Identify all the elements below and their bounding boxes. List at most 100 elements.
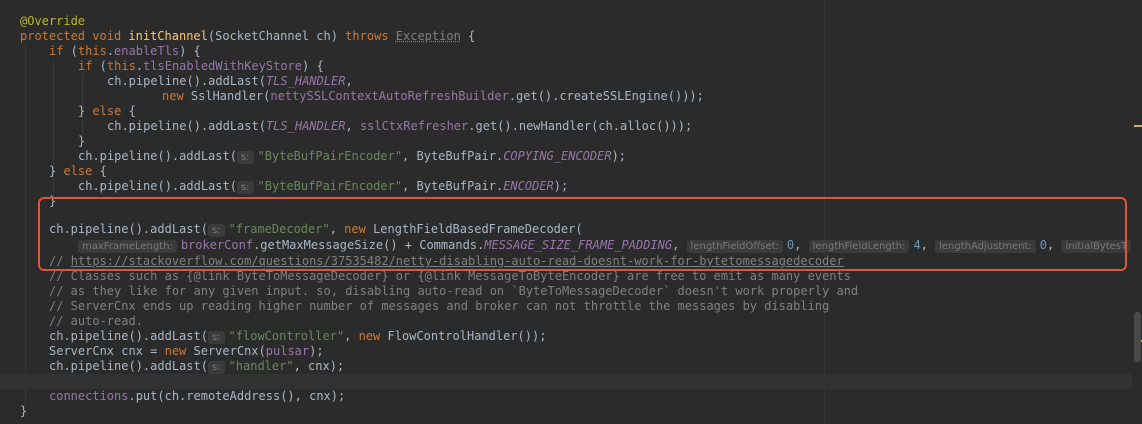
code-line[interactable]: // auto-read. [49, 314, 1142, 329]
method-name: initChannel [128, 29, 208, 43]
exception-type: Exception [395, 29, 461, 43]
code-line[interactable]: connections.put(ch.remoteAddress(), cnx)… [49, 389, 1142, 404]
code-text: ch.pipeline().addLast( [78, 179, 237, 193]
code-text: ServerCnx( [186, 344, 266, 358]
scroll-marker [1134, 125, 1142, 127]
caret-line[interactable] [0, 374, 1132, 389]
code-text: } [20, 404, 28, 418]
code-line[interactable]: protected void initChannel(SocketChannel… [20, 29, 1142, 44]
code-text: ) { [302, 59, 324, 73]
code-text: ); [309, 344, 324, 358]
keyword: void [92, 29, 122, 43]
code-line[interactable]: } [78, 134, 1142, 149]
string-literal: "handler" [228, 359, 294, 373]
code-text: ) { [179, 44, 201, 58]
string-literal: "flowController" [228, 329, 345, 343]
constant: TLS_HANDLER [265, 74, 346, 88]
string-literal: "ByteBufPairEncoder" [257, 179, 403, 193]
code-text: ); [611, 149, 627, 163]
code-line[interactable]: ch.pipeline().addLast(TLS_HANDLER, [107, 74, 1142, 89]
scrollbar-thumb[interactable] [1134, 312, 1141, 362]
code-text: { [92, 164, 107, 178]
field-name: connections [49, 389, 129, 403]
parameter-hint: s: [207, 361, 225, 374]
field-name: sslCtxRefresher [359, 119, 469, 133]
highlight-box [38, 197, 1127, 271]
code-text: ch.pipeline().addLast( [107, 119, 266, 133]
field-name: enableTls [114, 44, 180, 58]
code-line[interactable]: new SslHandler(nettySSLContextAutoRefres… [162, 89, 1142, 104]
keyword: new [164, 344, 187, 358]
parameter-hint: s: [236, 181, 254, 194]
keyword: if [78, 59, 93, 73]
code-line[interactable]: if (this.enableTls) { [49, 44, 1142, 59]
code-line[interactable]: // ServerCnx ends up reading higher numb… [49, 299, 1142, 314]
constant: ENCODER [503, 179, 554, 193]
code-text: , ByteBufPair. [402, 179, 504, 193]
code-text: , cnx); [293, 359, 345, 373]
keyword: else [63, 164, 93, 178]
code-text: . [106, 44, 115, 58]
keyword: this [106, 59, 136, 73]
code-text: (SocketChannel ch) [207, 29, 346, 43]
field-name: nettySSLContextAutoRefreshBuilder [270, 89, 509, 103]
keyword: new [162, 89, 184, 103]
keyword: protected [20, 29, 86, 43]
code-editor[interactable]: @Override protected void initChannel(Soc… [0, 0, 1142, 424]
keyword: if [49, 44, 64, 58]
code-line[interactable]: if (this.tlsEnabledWithKeyStore) { [78, 59, 1142, 74]
keyword: throws [345, 29, 389, 43]
code-text: ch.pipeline().addLast( [49, 359, 208, 373]
code-text: , ByteBufPair. [402, 149, 504, 163]
code-line[interactable]: ch.pipeline().addLast(s: "ByteBufPairEnco… [78, 179, 1142, 194]
code-text: ch.pipeline().addLast( [107, 74, 266, 88]
code-text: .put(ch.remoteAddress(), cnx); [128, 389, 346, 403]
code-text: SslHandler( [183, 89, 271, 103]
code-text: { [460, 29, 476, 43]
code-text: } [78, 104, 93, 118]
annotation: @Override [20, 14, 86, 28]
comment: // Classes such as {@link ByteToMessageD… [49, 269, 851, 283]
keyword: else [92, 104, 122, 118]
code-text: , [344, 329, 359, 343]
code-text: . [135, 59, 144, 73]
code-text: } [49, 164, 64, 178]
code-line[interactable]: // as they like for any given input. so,… [49, 284, 1142, 299]
keyword: this [77, 44, 107, 58]
code-text: , [345, 74, 353, 88]
code-text: ( [92, 59, 107, 73]
code-text: } [78, 134, 86, 148]
code-line[interactable]: ch.pipeline().addLast(s: "handler", cnx); [49, 359, 1142, 374]
code-line[interactable]: } else { [78, 104, 1142, 119]
indent-guide [25, 45, 26, 405]
code-text: ch.pipeline().addLast( [78, 149, 237, 163]
code-text: , [345, 119, 360, 133]
code-line[interactable]: ch.pipeline().addLast(s: "ByteBufPairEnco… [78, 149, 1142, 164]
code-text: ( [63, 44, 78, 58]
field-name: pulsar [265, 344, 310, 358]
code-text: ch.pipeline().addLast( [49, 329, 208, 343]
comment: // ServerCnx ends up reading higher numb… [49, 299, 830, 313]
code-line[interactable]: ch.pipeline().addLast(TLS_HANDLER, sslCt… [107, 119, 1142, 134]
code-line[interactable]: } [20, 404, 1142, 419]
parameter-hint: s: [207, 331, 225, 344]
code-text: { [121, 104, 136, 118]
keyword: new [358, 329, 381, 343]
editor-scrollbar[interactable] [1132, 0, 1142, 424]
code-line[interactable]: @Override [20, 14, 1142, 29]
code-text: ServerCnx cnx = [49, 344, 165, 358]
string-literal: "ByteBufPairEncoder" [257, 149, 403, 163]
code-line[interactable]: ServerCnx cnx = new ServerCnx(pulsar); [49, 344, 1142, 359]
indent-guide [53, 60, 54, 200]
field-name: tlsEnabledWithKeyStore [143, 59, 302, 73]
code-text: FlowControlHandler()); [380, 329, 547, 343]
constant: COPYING_ENCODER [503, 149, 612, 163]
parameter-hint: s: [236, 151, 254, 164]
code-line[interactable]: ch.pipeline().addLast(s: "flowController"… [49, 329, 1142, 344]
code-text: .get().newHandler(ch.alloc())); [468, 119, 693, 133]
code-text: .get().createSSLEngine())); [508, 89, 704, 103]
constant: TLS_HANDLER [265, 119, 346, 133]
code-line[interactable]: // Classes such as {@link ByteToMessageD… [49, 269, 1142, 284]
comment: // as they like for any given input. so,… [49, 284, 859, 298]
code-line[interactable]: } else { [49, 164, 1142, 179]
